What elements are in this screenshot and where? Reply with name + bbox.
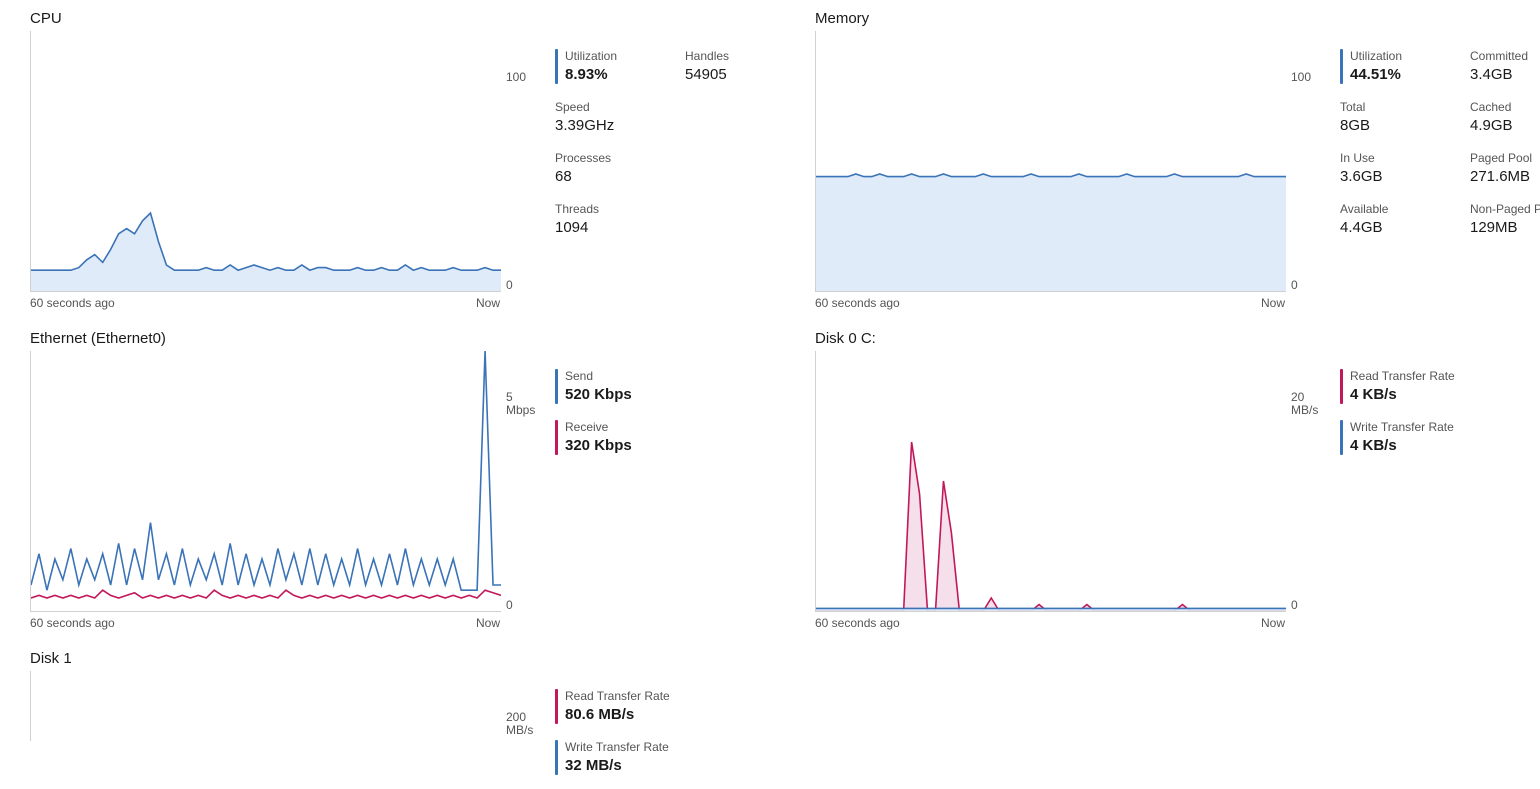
stats-cpu: Utilization 8.93% Speed 3.39GHz Processe…: [555, 31, 775, 310]
y-axis-disk0: 20 MB/s 0: [1286, 351, 1320, 612]
stat-cpu-speed: Speed 3.39GHz: [555, 100, 645, 135]
chart-cpu: [30, 31, 501, 292]
stat-cpu-handles: Handles 54905: [685, 49, 775, 84]
panel-memory[interactable]: Memory 100 0 60 seconds ago Now: [815, 10, 1540, 310]
x-axis-memory: 60 seconds ago Now: [815, 296, 1285, 310]
stat-cpu-processes: Processes 68: [555, 151, 645, 186]
y-axis-memory: 100 0: [1286, 31, 1320, 292]
stat-cpu-threads: Threads 1094: [555, 202, 645, 237]
stats-disk0: Read Transfer Rate 4 KB/s Write Transfer…: [1340, 351, 1455, 630]
stat-ethernet-send: Send 520 Kbps: [555, 369, 645, 404]
stat-memory-cached: Cached 4.9GB: [1470, 100, 1540, 135]
x-axis-cpu: 60 seconds ago Now: [30, 296, 500, 310]
stat-disk0-write: Write Transfer Rate 4 KB/s: [1340, 420, 1455, 455]
stat-memory-committed: Committed 3.4GB: [1470, 49, 1540, 84]
stat-memory-paged-pool: Paged Pool 271.6MB: [1470, 151, 1540, 186]
performance-dashboard: CPU 100 0 60 seconds ago Now: [0, 0, 1540, 785]
stat-disk1-write: Write Transfer Rate 32 MB/s: [555, 740, 670, 775]
stat-bar-icon: [555, 49, 558, 84]
stat-bar-icon: [555, 420, 558, 455]
panel-disk0[interactable]: Disk 0 C: 20 MB/s 0 60 seconds ago Now: [815, 330, 1540, 630]
x-axis-ethernet: 60 seconds ago Now: [30, 616, 500, 630]
y-axis-disk1: 200 MB/s: [501, 671, 535, 741]
chart-ethernet: [30, 351, 501, 612]
stat-memory-nonpaged-pool: Non-Paged Pool 129MB: [1470, 202, 1540, 237]
stat-memory-available: Available 4.4GB: [1340, 202, 1430, 237]
stat-disk0-read: Read Transfer Rate 4 KB/s: [1340, 369, 1455, 404]
stats-memory: Utilization 44.51% Total 8GB In Use: [1340, 31, 1540, 310]
stat-bar-icon: [555, 689, 558, 724]
panel-ethernet[interactable]: Ethernet (Ethernet0) 5 Mbps 0 60 seconds…: [30, 330, 775, 630]
y-axis-cpu: 100 0: [501, 31, 535, 292]
stat-bar-icon: [555, 369, 558, 404]
stat-bar-icon: [1340, 420, 1343, 455]
x-axis-disk0: 60 seconds ago Now: [815, 616, 1285, 630]
stat-ethernet-receive: Receive 320 Kbps: [555, 420, 645, 455]
panel-title-cpu: CPU: [30, 10, 775, 27]
panel-title-memory: Memory: [815, 10, 1540, 27]
stat-disk1-read: Read Transfer Rate 80.6 MB/s: [555, 689, 670, 724]
stat-memory-total: Total 8GB: [1340, 100, 1430, 135]
stat-cpu-utilization: Utilization 8.93%: [555, 49, 645, 84]
panel-title-ethernet: Ethernet (Ethernet0): [30, 330, 775, 347]
stat-memory-utilization: Utilization 44.51%: [1340, 49, 1430, 84]
stat-bar-icon: [1340, 369, 1343, 404]
chart-disk0: [815, 351, 1286, 612]
panel-title-disk1: Disk 1: [30, 650, 775, 667]
chart-memory: [815, 31, 1286, 292]
stats-disk1: Read Transfer Rate 80.6 MB/s Write Trans…: [555, 671, 670, 775]
stats-ethernet: Send 520 Kbps Receive 320 Kbps: [555, 351, 645, 630]
panel-title-disk0: Disk 0 C:: [815, 330, 1540, 347]
panel-cpu[interactable]: CPU 100 0 60 seconds ago Now: [30, 10, 775, 310]
stat-memory-inuse: In Use 3.6GB: [1340, 151, 1430, 186]
stat-bar-icon: [1340, 49, 1343, 84]
stat-bar-icon: [555, 740, 558, 775]
panel-disk1[interactable]: Disk 1 200 MB/s: [30, 650, 775, 775]
chart-disk1: [30, 671, 501, 741]
y-axis-ethernet: 5 Mbps 0: [501, 351, 535, 612]
